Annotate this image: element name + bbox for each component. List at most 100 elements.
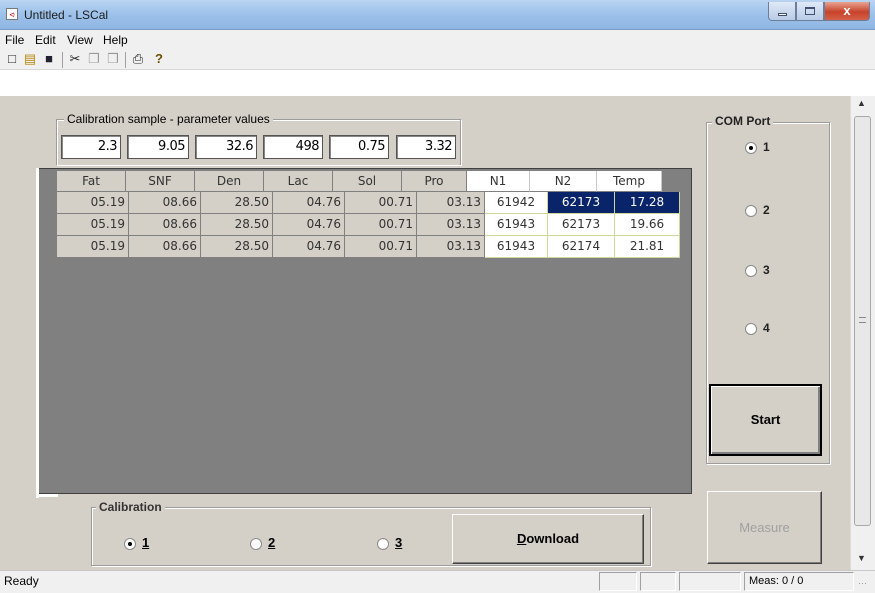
- menu-file[interactable]: File: [5, 33, 24, 47]
- table-cell[interactable]: 61943: [485, 236, 548, 258]
- table-cell[interactable]: 04.76: [273, 192, 345, 214]
- close-button[interactable]: x: [824, 2, 870, 21]
- table-cell[interactable]: 05.19: [57, 214, 129, 236]
- print-icon[interactable]: ⎙: [129, 50, 147, 68]
- radio-icon[interactable]: [745, 264, 757, 277]
- table-cell-selected[interactable]: 17.28: [615, 192, 680, 214]
- table-cell[interactable]: 03.13: [417, 214, 485, 236]
- com-port-option-1[interactable]: 1: [745, 140, 770, 154]
- menu-view[interactable]: View: [67, 33, 93, 47]
- param-sol-input[interactable]: 0.75: [329, 135, 389, 159]
- param-pro-input[interactable]: 3.32: [396, 135, 456, 159]
- radio-icon[interactable]: [250, 537, 262, 550]
- table-cell[interactable]: 62174: [548, 236, 615, 258]
- table-cell[interactable]: 61942: [485, 192, 548, 214]
- calibration-option-2-label: 2: [268, 535, 276, 550]
- table-cell[interactable]: 00.71: [345, 192, 417, 214]
- minimize-icon: [778, 13, 787, 16]
- radio-icon[interactable]: [377, 537, 389, 550]
- col-header-snf[interactable]: SNF: [126, 171, 195, 192]
- cut-icon[interactable]: ✂: [66, 50, 84, 68]
- download-button[interactable]: Download: [452, 514, 644, 564]
- table-cell[interactable]: 03.13: [417, 236, 485, 258]
- table-cell[interactable]: 03.13: [417, 192, 485, 214]
- table-cell[interactable]: 19.66: [615, 214, 680, 236]
- com-port-label: COM Port: [712, 114, 774, 128]
- col-header-lac[interactable]: Lac: [264, 171, 333, 192]
- table-cell[interactable]: 05.19: [57, 192, 129, 214]
- col-header-den[interactable]: Den: [195, 171, 264, 192]
- col-header-pro[interactable]: Pro: [402, 171, 467, 192]
- col-header-sol[interactable]: Sol: [333, 171, 402, 192]
- param-lac-input[interactable]: 498: [263, 135, 323, 159]
- radio-selected-icon[interactable]: [745, 141, 757, 154]
- scroll-down-icon[interactable]: ▼: [857, 553, 866, 563]
- radio-selected-icon[interactable]: [124, 537, 136, 550]
- radio-icon[interactable]: [745, 204, 757, 217]
- com-port-option-3[interactable]: 3: [745, 263, 770, 277]
- close-icon: x: [843, 3, 851, 18]
- table-cell[interactable]: 00.71: [345, 236, 417, 258]
- help-icon[interactable]: ?: [150, 50, 168, 68]
- status-pane: [640, 572, 676, 591]
- new-file-icon[interactable]: □: [3, 50, 21, 68]
- status-pane: [679, 572, 741, 591]
- scroll-up-icon[interactable]: ▲: [857, 98, 866, 108]
- table-row[interactable]: 05.19 08.66 28.50 04.76 00.71 03.13 6194…: [57, 236, 680, 258]
- table-cell[interactable]: 28.50: [201, 236, 273, 258]
- copy-icon[interactable]: ❐: [85, 50, 103, 68]
- col-header-fat[interactable]: Fat: [57, 171, 126, 192]
- com-port-option-2[interactable]: 2: [745, 203, 770, 217]
- table-cell-selected[interactable]: 62173: [548, 192, 615, 214]
- download-button-label: ownload: [526, 531, 580, 546]
- table-row[interactable]: 05.19 08.66 28.50 04.76 00.71 03.13 6194…: [57, 192, 680, 214]
- resize-grip-icon[interactable]: ⋯: [858, 578, 867, 589]
- calibration-option-3[interactable]: 3: [377, 535, 402, 550]
- table-cell[interactable]: 04.76: [273, 214, 345, 236]
- status-pane: [599, 572, 637, 591]
- start-button[interactable]: Start: [709, 384, 822, 456]
- table-cell[interactable]: 62173: [548, 214, 615, 236]
- title-bar[interactable]: [0, 0, 875, 30]
- calibration-option-3-label: 3: [395, 535, 403, 550]
- maximize-button[interactable]: [796, 2, 824, 21]
- grid-corner-line: [36, 494, 58, 497]
- param-snf-input[interactable]: 9.05: [127, 135, 189, 159]
- table-cell[interactable]: 08.66: [129, 214, 201, 236]
- param-fat-input[interactable]: 2.3: [61, 135, 121, 159]
- open-folder-icon[interactable]: ▤: [21, 50, 39, 68]
- calibration-option-2[interactable]: 2: [250, 535, 275, 550]
- table-row[interactable]: 05.19 08.66 28.50 04.76 00.71 03.13 6194…: [57, 214, 680, 236]
- com-port-option-4-label: 4: [763, 321, 770, 335]
- table-cell[interactable]: 04.76: [273, 236, 345, 258]
- calibration-label: Calibration: [96, 500, 165, 514]
- com-port-option-4[interactable]: 4: [745, 321, 770, 335]
- measure-button[interactable]: Measure: [707, 491, 822, 564]
- col-header-temp[interactable]: Temp: [597, 171, 662, 192]
- scrollbar-thumb[interactable]: [854, 116, 871, 526]
- parameter-values-label: Calibration sample - parameter values: [64, 112, 273, 126]
- menu-edit[interactable]: Edit: [35, 33, 56, 47]
- table-cell[interactable]: 08.66: [129, 236, 201, 258]
- table-cell[interactable]: 08.66: [129, 192, 201, 214]
- table-header-row: Fat SNF Den Lac Sol Pro N1 N2 Temp: [57, 171, 680, 192]
- table-cell[interactable]: 21.81: [615, 236, 680, 258]
- calibration-option-1[interactable]: 1: [124, 535, 149, 550]
- status-text: Ready: [4, 574, 39, 588]
- param-den-input[interactable]: 32.6: [195, 135, 257, 159]
- table-cell[interactable]: 61943: [485, 214, 548, 236]
- save-icon[interactable]: ■: [40, 50, 58, 68]
- col-header-n2[interactable]: N2: [530, 171, 597, 192]
- paste-icon[interactable]: ❒: [104, 50, 122, 68]
- table-cell[interactable]: 28.50: [201, 192, 273, 214]
- minimize-button[interactable]: [768, 2, 796, 21]
- menu-help[interactable]: Help: [103, 33, 128, 47]
- com-port-option-1-label: 1: [763, 140, 770, 154]
- table-cell[interactable]: 05.19: [57, 236, 129, 258]
- col-header-n1[interactable]: N1: [467, 171, 530, 192]
- radio-icon[interactable]: [745, 322, 757, 335]
- measurement-table: Fat SNF Den Lac Sol Pro N1 N2 Temp 05.19…: [57, 171, 680, 258]
- table-cell[interactable]: 00.71: [345, 214, 417, 236]
- toolbar-separator: [62, 52, 63, 68]
- table-cell[interactable]: 28.50: [201, 214, 273, 236]
